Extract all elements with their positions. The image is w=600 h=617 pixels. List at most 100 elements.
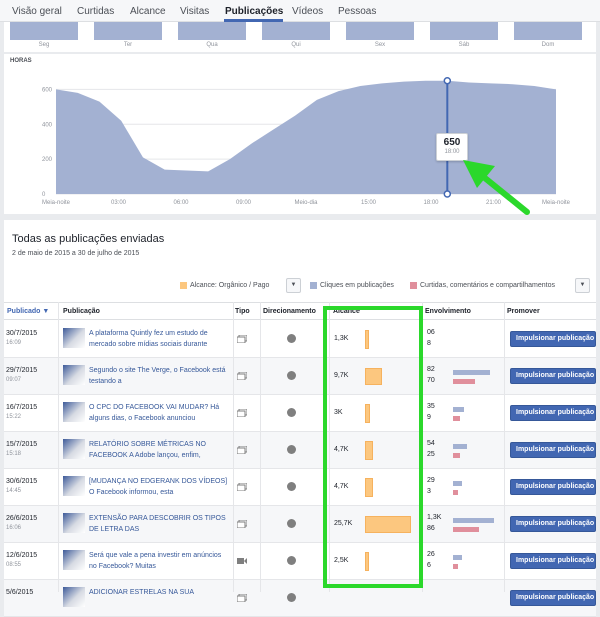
- post-link[interactable]: Será que vale a pena investir em anúncio…: [89, 550, 229, 572]
- x-tick-label: 06:00: [173, 200, 189, 206]
- engagement-reactions: 6: [427, 562, 431, 569]
- engagement-reactions: 8: [427, 340, 431, 347]
- album-type-icon: [237, 372, 247, 380]
- engagement-metric-dropdown[interactable]: ▼: [575, 278, 590, 293]
- post-thumbnail[interactable]: [63, 402, 85, 422]
- post-link[interactable]: A plataforma Quintly fez um estudo de me…: [89, 328, 229, 350]
- tab-likes[interactable]: Curtidas: [77, 6, 114, 17]
- post-thumbnail[interactable]: [63, 439, 85, 459]
- boost-post-button[interactable]: Impulsionar publicação: [510, 442, 596, 458]
- column-post: Publicação: [63, 308, 100, 315]
- day-bar: [94, 22, 162, 40]
- post-time: 16:06: [6, 525, 22, 531]
- post-link[interactable]: O CPC DO FACEBOOK VAI MUDAR? Há alguns d…: [89, 402, 229, 424]
- boost-post-button[interactable]: Impulsionar publicação: [510, 479, 596, 495]
- post-thumbnail[interactable]: [63, 550, 85, 570]
- boost-post-button[interactable]: Impulsionar publicação: [510, 590, 596, 606]
- day-bar: [178, 22, 246, 40]
- column-divider: [504, 302, 505, 592]
- post-time: 08:55: [6, 562, 22, 568]
- post-thumbnail[interactable]: [63, 365, 85, 385]
- posts-panel: Todas as publicações enviadas 2 de maio …: [4, 220, 596, 617]
- post-date: 5/6/2015: [6, 589, 34, 596]
- reach-highlight-box: [323, 306, 423, 588]
- clicks-bar: [453, 444, 468, 449]
- day-label: Qua: [206, 42, 218, 48]
- boost-post-button[interactable]: Impulsionar publicação: [510, 516, 596, 532]
- post-time: 14:45: [6, 488, 22, 494]
- reach-metric-dropdown[interactable]: ▼: [286, 278, 301, 293]
- reactions-bar: [453, 416, 460, 421]
- day-label: Qui: [291, 42, 301, 48]
- day-label: Sáb: [458, 42, 470, 48]
- post-link[interactable]: RELATÓRIO SOBRE MÉTRICAS NO FACEBOOK A A…: [89, 439, 229, 461]
- clicks-bar: [453, 555, 462, 560]
- boost-post-button[interactable]: Impulsionar publicação: [510, 405, 596, 421]
- insights-tabs: Visão geral Curtidas Alcance Visitas Pub…: [0, 0, 600, 22]
- table-row: 30/6/2015 14:45 [MUDANÇA NO EDGERANK DOS V…: [4, 469, 596, 506]
- globe-icon: [287, 371, 296, 380]
- album-front: [237, 410, 246, 417]
- tab-posts[interactable]: Publicações: [225, 6, 283, 17]
- album-front: [237, 373, 246, 380]
- x-tick-label: 09:00: [236, 200, 252, 206]
- clicks-bar: [453, 370, 491, 375]
- engagement-reactions: 25: [427, 451, 435, 458]
- table-row: 12/6/2015 08:55 Será que vale a pena inves…: [4, 543, 596, 580]
- tab-videos[interactable]: Vídeos: [292, 6, 323, 17]
- legend-swatch: [310, 282, 317, 289]
- post-link[interactable]: Segundo o site The Verge, o Facebook est…: [89, 365, 229, 387]
- column-promote: Promover: [507, 308, 540, 315]
- engagement-reactions: 3: [427, 488, 431, 495]
- legend-label: Cliques em publicações: [320, 282, 394, 289]
- legend-reach: Alcance: Orgânico / Pago: [180, 282, 269, 289]
- engagement-clicks: 29: [427, 477, 435, 484]
- globe-icon: [287, 556, 296, 565]
- engagement-clicks: 54: [427, 440, 435, 447]
- legend-swatch: [410, 282, 417, 289]
- column-targeting: Direcionamento: [263, 308, 316, 315]
- clicks-bar: [453, 518, 494, 523]
- engagement-clicks: 1,3K: [427, 514, 442, 521]
- engagement-reactions: 86: [427, 525, 435, 532]
- y-tick-label: 400: [42, 122, 53, 128]
- tab-visits[interactable]: Visitas: [180, 6, 209, 17]
- album-front: [237, 336, 246, 343]
- post-link[interactable]: [MUDANÇA NO EDGERANK DOS VÍDEOS] O Faceb…: [89, 476, 229, 498]
- column-engagement[interactable]: Envolvimento: [425, 308, 471, 315]
- post-time: 15:22: [6, 414, 22, 420]
- engagement-reactions: 70: [427, 377, 435, 384]
- reactions-bar: [453, 564, 458, 569]
- engagement-clicks: 82: [427, 366, 435, 373]
- clicks-bar: [453, 481, 462, 486]
- globe-icon: [287, 334, 296, 343]
- post-thumbnail[interactable]: [63, 513, 85, 533]
- post-date: 30/7/2015: [6, 330, 38, 337]
- reactions-bar: [453, 453, 460, 458]
- boost-post-button[interactable]: Impulsionar publicação: [510, 553, 596, 569]
- post-thumbnail[interactable]: [63, 476, 85, 496]
- y-tick-label: 0: [42, 192, 46, 198]
- post-link[interactable]: EXTENSÃO PARA DESCOBRIR OS TIPOS DE LETR…: [89, 513, 229, 535]
- boost-post-button[interactable]: Impulsionar publicação: [510, 368, 596, 384]
- tab-people[interactable]: Pessoas: [338, 6, 376, 17]
- clicks-bar: [453, 407, 464, 412]
- reactions-bar: [453, 527, 479, 532]
- post-link[interactable]: ADICIONAR ESTRELAS NA SUA: [89, 587, 229, 609]
- y-tick-label: 200: [42, 157, 53, 163]
- y-tick-label: 600: [42, 87, 53, 93]
- day-bar: [10, 22, 78, 40]
- post-thumbnail[interactable]: [63, 587, 85, 607]
- tab-overview[interactable]: Visão geral: [12, 6, 62, 17]
- album-front: [237, 521, 246, 528]
- table-row: 30/7/2015 16:09 A plataforma Quintly fez u…: [4, 321, 596, 358]
- boost-post-button[interactable]: Impulsionar publicação: [510, 331, 596, 347]
- x-tick-label: Meio-dia: [294, 200, 318, 206]
- column-published[interactable]: Publicado ▼: [7, 308, 49, 315]
- post-thumbnail[interactable]: [63, 328, 85, 348]
- globe-icon: [287, 593, 296, 602]
- table-row: 15/7/2015 15:18 RELATÓRIO SOBRE MÉTRICAS N…: [4, 432, 596, 469]
- tab-reach[interactable]: Alcance: [130, 6, 166, 17]
- globe-icon: [287, 445, 296, 454]
- post-time: 09:07: [6, 377, 22, 383]
